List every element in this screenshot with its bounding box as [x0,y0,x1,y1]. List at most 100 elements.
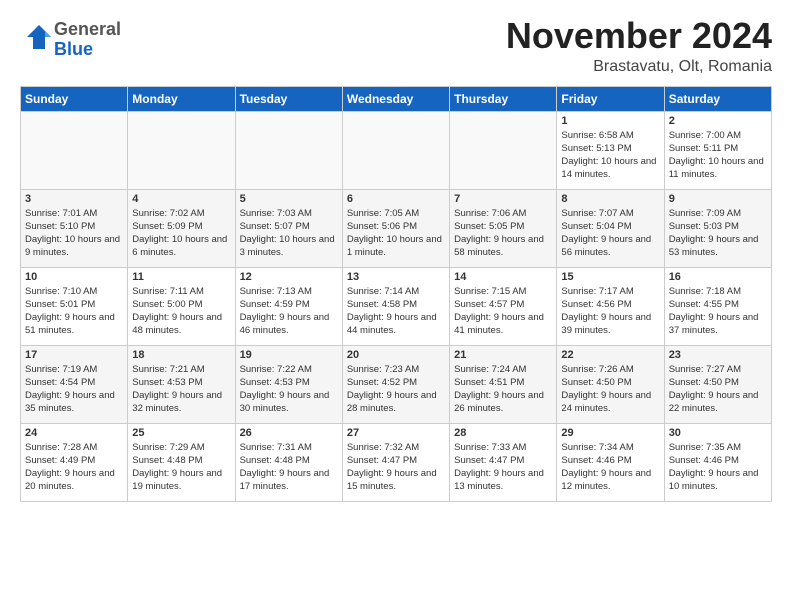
calendar-cell: 23Sunrise: 7:27 AM Sunset: 4:50 PM Dayli… [664,345,771,423]
calendar-week-row: 10 Sunrise: 7:10 AM Sunset: 5:01 PM Dayli… [21,267,772,345]
day-info: Sunrise: 7:35 AM Sunset: 4:46 PM Dayligh… [669,441,767,494]
day-number: 26 [240,427,338,439]
weekday-header: Sunday [21,86,128,111]
calendar-cell: 6 Sunrise: 7:05 AM Sunset: 5:06 PM Daylig… [342,189,449,267]
calendar-week-row: 24 Sunrise: 7:28 AM Sunset: 4:49 PM Dayli… [21,423,772,501]
day-number: 28 [454,427,552,439]
calendar-cell: 9 Sunrise: 7:09 AM Sunset: 5:03 PM Daylig… [664,189,771,267]
calendar-cell: 15Sunrise: 7:17 AM Sunset: 4:56 PM Dayli… [557,267,664,345]
day-number: 10 [25,271,123,283]
calendar-cell: 19 Sunrise: 7:22 AM Sunset: 4:53 PM Dayli… [235,345,342,423]
calendar-cell: 26 Sunrise: 7:31 AM Sunset: 4:48 PM Dayli… [235,423,342,501]
day-number: 20 [347,349,445,361]
weekday-header: Monday [128,86,235,111]
day-number: 29 [561,427,659,439]
logo-icon [24,22,54,52]
day-info: Sunrise: 7:06 AM Sunset: 5:05 PM Dayligh… [454,207,552,260]
day-info: Sunrise: 7:07 AM Sunset: 5:04 PM Dayligh… [561,207,659,260]
calendar-cell: 22Sunrise: 7:26 AM Sunset: 4:50 PM Dayli… [557,345,664,423]
page: General Blue November 2024 Brastavatu, O… [0,0,792,612]
day-number: 30 [669,427,767,439]
day-info: Sunrise: 7:03 AM Sunset: 5:07 PM Dayligh… [240,207,338,260]
calendar-cell [450,111,557,189]
day-number: 22 [561,349,659,361]
calendar-cell: 28 Sunrise: 7:33 AM Sunset: 4:47 PM Dayli… [450,423,557,501]
day-info: Sunrise: 7:34 AM Sunset: 4:46 PM Dayligh… [561,441,659,494]
day-info: Sunrise: 7:33 AM Sunset: 4:47 PM Dayligh… [454,441,552,494]
day-info: Sunrise: 7:21 AM Sunset: 4:53 PM Dayligh… [132,363,230,416]
day-number: 14 [454,271,552,283]
month-title: November 2024 [506,16,772,56]
day-number: 8 [561,193,659,205]
day-info: Sunrise: 7:27 AM Sunset: 4:50 PM Dayligh… [669,363,767,416]
calendar-cell: 11 Sunrise: 7:11 AM Sunset: 5:00 PM Dayli… [128,267,235,345]
day-info: Sunrise: 7:15 AM Sunset: 4:57 PM Dayligh… [454,285,552,338]
day-info: Sunrise: 7:28 AM Sunset: 4:49 PM Dayligh… [25,441,123,494]
calendar-cell: 10 Sunrise: 7:10 AM Sunset: 5:01 PM Dayli… [21,267,128,345]
day-number: 19 [240,349,338,361]
calendar-cell: 17Sunrise: 7:19 AM Sunset: 4:54 PM Dayli… [21,345,128,423]
day-number: 18 [132,349,230,361]
logo-general: General [54,19,121,39]
day-number: 11 [132,271,230,283]
day-number: 16 [669,271,767,283]
day-info: Sunrise: 7:00 AM Sunset: 5:11 PM Dayligh… [669,129,767,182]
calendar-cell: 29 Sunrise: 7:34 AM Sunset: 4:46 PM Dayli… [557,423,664,501]
calendar-cell [235,111,342,189]
day-info: Sunrise: 7:31 AM Sunset: 4:48 PM Dayligh… [240,441,338,494]
calendar-cell: 12 Sunrise: 7:13 AM Sunset: 4:59 PM Dayli… [235,267,342,345]
logo-blue: Blue [54,39,93,59]
calendar-cell: 30 Sunrise: 7:35 AM Sunset: 4:46 PM Dayli… [664,423,771,501]
day-number: 3 [25,193,123,205]
day-number: 13 [347,271,445,283]
day-info: Sunrise: 7:22 AM Sunset: 4:53 PM Dayligh… [240,363,338,416]
calendar-cell: 20Sunrise: 7:23 AM Sunset: 4:52 PM Dayli… [342,345,449,423]
day-number: 6 [347,193,445,205]
calendar-cell [21,111,128,189]
calendar-week-row: 17Sunrise: 7:19 AM Sunset: 4:54 PM Dayli… [21,345,772,423]
day-number: 27 [347,427,445,439]
calendar-cell: 24 Sunrise: 7:28 AM Sunset: 4:49 PM Dayli… [21,423,128,501]
calendar-cell: 16Sunrise: 7:18 AM Sunset: 4:55 PM Dayli… [664,267,771,345]
day-info: Sunrise: 6:58 AM Sunset: 5:13 PM Dayligh… [561,129,659,182]
weekday-header: Tuesday [235,86,342,111]
title-block: November 2024 Brastavatu, Olt, Romania [506,16,772,76]
day-info: Sunrise: 7:11 AM Sunset: 5:00 PM Dayligh… [132,285,230,338]
day-info: Sunrise: 7:10 AM Sunset: 5:01 PM Dayligh… [25,285,123,338]
day-number: 12 [240,271,338,283]
day-info: Sunrise: 7:02 AM Sunset: 5:09 PM Dayligh… [132,207,230,260]
calendar-cell: 25Sunrise: 7:29 AM Sunset: 4:48 PM Dayli… [128,423,235,501]
weekday-header: Saturday [664,86,771,111]
calendar-header-row: SundayMondayTuesdayWednesdayThursdayFrid… [21,86,772,111]
day-number: 15 [561,271,659,283]
calendar-cell: 18 Sunrise: 7:21 AM Sunset: 4:53 PM Dayli… [128,345,235,423]
calendar-cell: 8 Sunrise: 7:07 AM Sunset: 5:04 PM Daylig… [557,189,664,267]
calendar-cell: 4 Sunrise: 7:02 AM Sunset: 5:09 PM Daylig… [128,189,235,267]
day-info: Sunrise: 7:09 AM Sunset: 5:03 PM Dayligh… [669,207,767,260]
calendar-cell [128,111,235,189]
calendar: SundayMondayTuesdayWednesdayThursdayFrid… [20,86,772,502]
day-info: Sunrise: 7:05 AM Sunset: 5:06 PM Dayligh… [347,207,445,260]
calendar-cell: 1 Sunrise: 6:58 AM Sunset: 5:13 PM Daylig… [557,111,664,189]
day-info: Sunrise: 7:14 AM Sunset: 4:58 PM Dayligh… [347,285,445,338]
day-number: 4 [132,193,230,205]
day-info: Sunrise: 7:13 AM Sunset: 4:59 PM Dayligh… [240,285,338,338]
weekday-header: Thursday [450,86,557,111]
day-info: Sunrise: 7:01 AM Sunset: 5:10 PM Dayligh… [25,207,123,260]
day-info: Sunrise: 7:32 AM Sunset: 4:47 PM Dayligh… [347,441,445,494]
day-number: 9 [669,193,767,205]
calendar-cell: 13 Sunrise: 7:14 AM Sunset: 4:58 PM Dayli… [342,267,449,345]
calendar-cell: 3 Sunrise: 7:01 AM Sunset: 5:10 PM Daylig… [21,189,128,267]
day-number: 5 [240,193,338,205]
calendar-cell: 21Sunrise: 7:24 AM Sunset: 4:51 PM Dayli… [450,345,557,423]
logo: General Blue [20,20,121,60]
calendar-cell: 7Sunrise: 7:06 AM Sunset: 5:05 PM Daylig… [450,189,557,267]
day-number: 24 [25,427,123,439]
calendar-week-row: 1 Sunrise: 6:58 AM Sunset: 5:13 PM Daylig… [21,111,772,189]
weekday-header: Wednesday [342,86,449,111]
calendar-cell: 14 Sunrise: 7:15 AM Sunset: 4:57 PM Dayli… [450,267,557,345]
day-info: Sunrise: 7:29 AM Sunset: 4:48 PM Dayligh… [132,441,230,494]
calendar-cell: 2Sunrise: 7:00 AM Sunset: 5:11 PM Daylig… [664,111,771,189]
day-number: 1 [561,115,659,127]
day-info: Sunrise: 7:19 AM Sunset: 4:54 PM Dayligh… [25,363,123,416]
